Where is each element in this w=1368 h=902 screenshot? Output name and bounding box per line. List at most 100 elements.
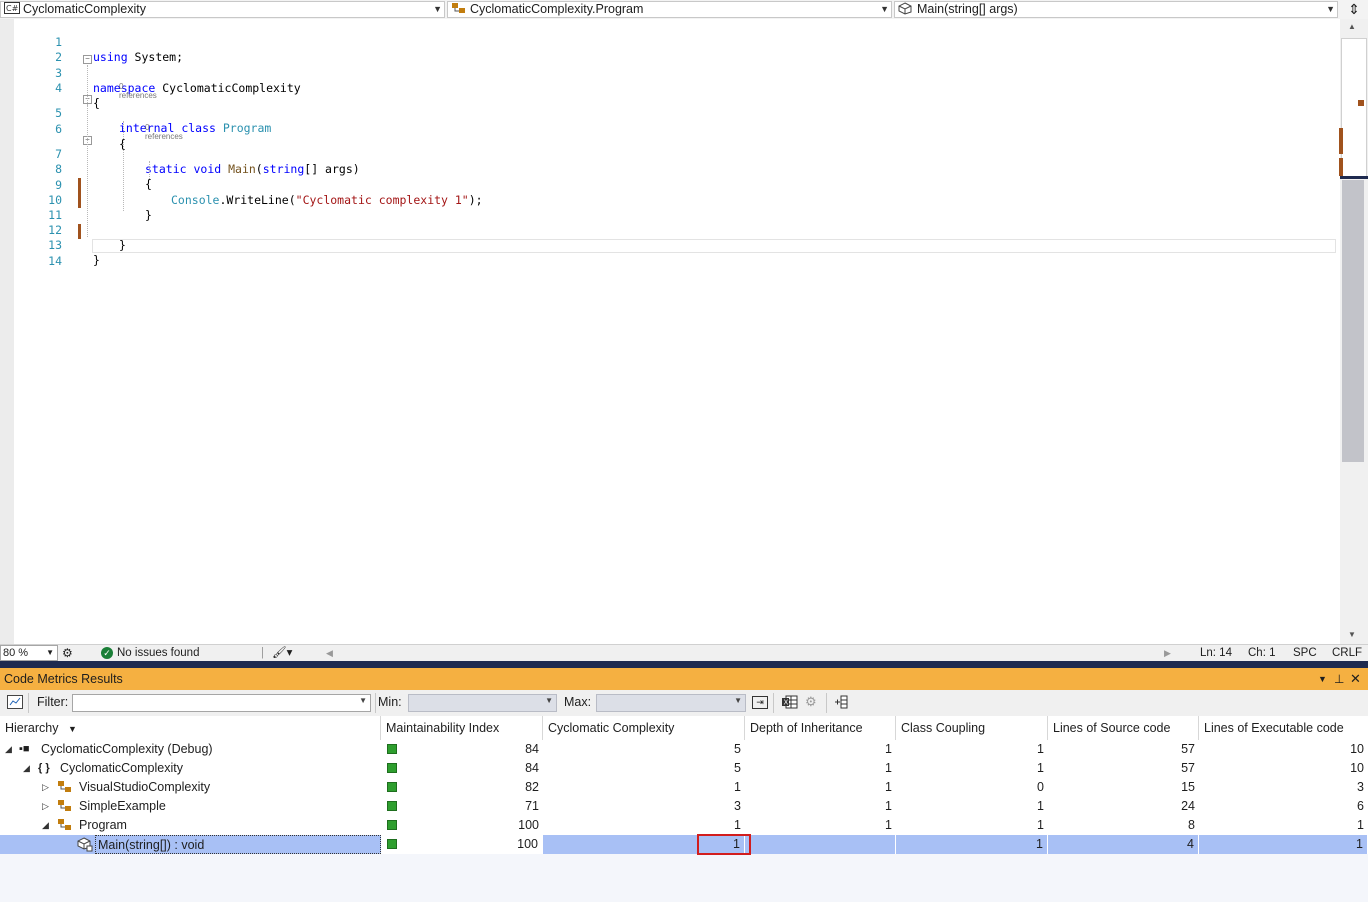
scroll-up-icon[interactable]: ▲ xyxy=(1348,22,1356,31)
metrics-toolbar: Filter: ▼ Min: ▼ Max: ▼ ⇥ X ⚙ xyxy=(0,690,1368,717)
scroll-down-icon[interactable]: ▼ xyxy=(1348,630,1356,639)
column-header-hierarchy[interactable]: Hierarchy ▼ xyxy=(0,716,381,740)
scroll-marker xyxy=(1339,128,1343,154)
editor-status-bar: 80 % ▼ ⚙ ✓ No issues found | 🖌▾ ◀ ▶ Ln: … xyxy=(0,644,1368,662)
column-header-executable-lines[interactable]: Lines of Executable code xyxy=(1199,716,1368,740)
whitespace-mode[interactable]: SPC xyxy=(1293,645,1317,661)
line-ending[interactable]: CRLF xyxy=(1332,645,1362,661)
code-line: 10 } xyxy=(48,193,152,222)
collapse-toggle[interactable]: − xyxy=(83,55,92,64)
add-remove-columns-icon[interactable] xyxy=(834,695,848,709)
code-cleanup-icon[interactable]: 🖌▾ xyxy=(272,645,292,661)
column-header-depth[interactable]: Depth of Inheritance xyxy=(745,716,896,740)
split-window-icon[interactable]: ⇕ xyxy=(1342,1,1366,18)
table-row[interactable]: ▷ VisualStudioComplexity 82 1 1 0 15 3 xyxy=(0,778,1368,797)
code-line: 6 { xyxy=(55,122,126,151)
table-row[interactable]: ◢ { } CyclomaticComplexity 84 5 1 1 57 1… xyxy=(0,759,1368,778)
namespace-icon: { } xyxy=(38,762,50,774)
settings-icon[interactable]: ⚙ xyxy=(805,694,817,710)
highlight-box xyxy=(697,834,751,855)
indent-guide xyxy=(123,121,124,211)
chevron-down-icon: ▼ xyxy=(734,696,742,705)
scroll-left-icon[interactable]: ◀ xyxy=(326,645,333,661)
issues-status[interactable]: No issues found xyxy=(117,645,199,661)
apply-filter-icon[interactable]: ⇥ xyxy=(752,696,768,709)
caret-position-marker xyxy=(1340,176,1368,179)
filter-dropdown[interactable]: ▼ xyxy=(72,694,371,712)
outline-guide xyxy=(87,105,88,215)
line-number[interactable]: Ln: 14 xyxy=(1200,645,1232,661)
check-circle-icon: ✓ xyxy=(101,647,113,659)
svg-text:C#: C# xyxy=(6,4,19,13)
chevron-down-icon: ▼ xyxy=(433,4,442,14)
table-row[interactable]: ◢ Program 100 1 1 1 8 1 xyxy=(0,816,1368,835)
pin-icon[interactable]: ⊥ xyxy=(1334,668,1344,690)
scroll-right-icon[interactable]: ▶ xyxy=(1164,645,1171,661)
chevron-down-icon: ▼ xyxy=(545,696,553,705)
code-line: 1 using System; xyxy=(55,35,184,64)
collapse-arrow-icon[interactable]: ◢ xyxy=(42,816,49,835)
filter-label: Filter: xyxy=(37,695,69,709)
max-field[interactable]: ▼ xyxy=(596,694,746,712)
splitter[interactable] xyxy=(0,661,1368,668)
min-label: Min: xyxy=(378,695,402,709)
close-icon[interactable]: ✕ xyxy=(1350,668,1361,690)
divider xyxy=(826,693,827,713)
min-field[interactable]: ▼ xyxy=(408,694,557,712)
scrollbar-map xyxy=(1341,38,1367,178)
column-header-coupling[interactable]: Class Coupling xyxy=(896,716,1048,740)
tool-window-title-bar: Code Metrics Results ▼ ⊥ ✕ xyxy=(0,668,1368,690)
expand-arrow-icon[interactable]: ▷ xyxy=(42,778,49,797)
health-icon[interactable]: ⚙ xyxy=(62,645,73,661)
member-dropdown[interactable]: Main(string[] args) ▼ xyxy=(894,1,1338,18)
zoom-dropdown[interactable]: 80 % ▼ xyxy=(0,645,58,661)
divider xyxy=(375,693,376,713)
chevron-down-icon: ▼ xyxy=(359,696,367,705)
column-header-maintainability[interactable]: Maintainability Index xyxy=(381,716,543,740)
window-options-icon[interactable]: ▼ xyxy=(1318,668,1327,690)
project-dropdown[interactable]: C# CyclomaticComplexity ▼ xyxy=(0,1,445,18)
code-line: 3 namespace CyclomaticComplexity xyxy=(55,66,301,95)
chevron-down-icon: ▼ xyxy=(880,4,889,14)
expand-arrow-icon[interactable]: ▷ xyxy=(42,797,49,816)
class-dropdown[interactable]: CyclomaticComplexity.Program ▼ xyxy=(447,1,892,18)
max-label: Max: xyxy=(564,695,592,709)
code-line: 8 { xyxy=(55,162,152,191)
column-header-source-lines[interactable]: Lines of Source code xyxy=(1048,716,1199,740)
calculate-metrics-icon[interactable] xyxy=(7,695,23,709)
divider: | xyxy=(261,647,264,659)
svg-text:X: X xyxy=(784,699,789,707)
csharp-file-icon: C# xyxy=(4,2,20,17)
code-line: 12 } xyxy=(48,223,126,252)
code-line: 9 Console.WriteLine("Cyclomatic complexi… xyxy=(55,178,483,207)
divider xyxy=(773,693,774,713)
scroll-marker xyxy=(1358,100,1364,106)
collapse-arrow-icon[interactable]: ◢ xyxy=(23,759,30,778)
grid-empty-area xyxy=(0,854,1368,902)
open-in-excel-icon[interactable]: X xyxy=(782,695,798,709)
metrics-grid: ◢ ▪■ CyclomaticComplexity (Debug) 84 5 1… xyxy=(0,740,1368,902)
column-number[interactable]: Ch: 1 xyxy=(1248,645,1276,661)
code-line: 4 { xyxy=(55,81,100,110)
metrics-grid-header: Hierarchy ▼ Maintainability Index Cyclom… xyxy=(0,716,1368,741)
chevron-down-icon: ▼ xyxy=(67,724,77,734)
scroll-marker xyxy=(1339,158,1343,176)
code-line: 13 } xyxy=(48,238,100,267)
table-row[interactable]: ◢ ▪■ CyclomaticComplexity (Debug) 84 5 1… xyxy=(0,740,1368,759)
scrollbar-thumb[interactable] xyxy=(1342,180,1364,462)
column-header-cyclomatic[interactable]: Cyclomatic Complexity xyxy=(543,716,745,740)
chevron-down-icon: ▼ xyxy=(1326,4,1335,14)
code-line: 7 static void Main(string[] args) xyxy=(55,147,360,176)
chevron-down-icon: ▼ xyxy=(46,648,54,657)
change-marker xyxy=(78,224,81,239)
class-icon xyxy=(451,2,467,17)
change-marker xyxy=(78,178,81,208)
code-line: 11 xyxy=(48,208,62,222)
method-icon xyxy=(898,2,914,17)
tool-window-title: Code Metrics Results xyxy=(4,672,123,686)
divider xyxy=(28,693,29,713)
code-line: 14 xyxy=(48,254,62,268)
collapse-arrow-icon[interactable]: ◢ xyxy=(5,740,12,759)
table-row-selected[interactable]: Main(string[]) : void 100 1 1 4 1 xyxy=(0,835,1368,854)
table-row[interactable]: ▷ SimpleExample 71 3 1 1 24 6 xyxy=(0,797,1368,816)
